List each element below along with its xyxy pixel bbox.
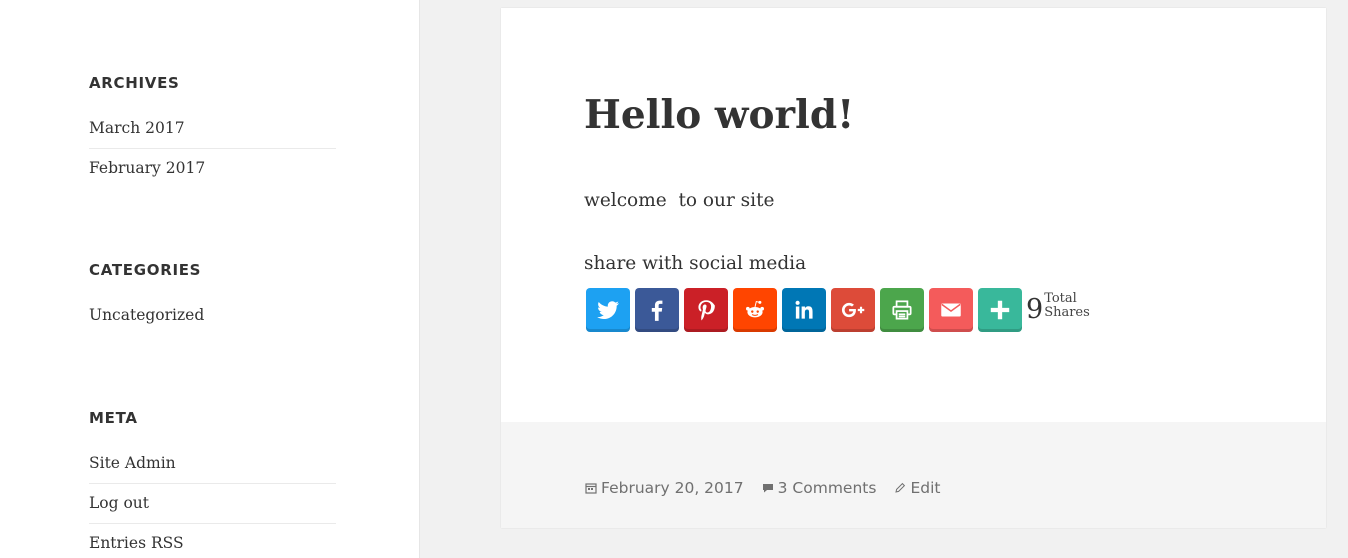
category-item-uncategorized[interactable]: Uncategorized — [89, 295, 336, 335]
categories-title: CATEGORIES — [89, 261, 202, 279]
total-label-line2: Shares — [1044, 305, 1090, 320]
more-share-button[interactable] — [978, 288, 1022, 332]
facebook-icon — [651, 300, 663, 321]
comments-link[interactable]: 3 Comments — [778, 479, 877, 497]
total-shares-label: Total Shares — [1044, 292, 1090, 320]
meta-title: META — [89, 409, 138, 427]
more-icon — [990, 300, 1010, 320]
meta-item-log-out[interactable]: Log out — [89, 483, 336, 523]
meta-widget: META Site Admin Log out Entries RSS — [89, 408, 336, 558]
pinterest-icon — [698, 300, 715, 321]
post-article: Hello world! welcome to our site share w… — [501, 8, 1326, 528]
archive-item-march-2017[interactable]: March 2017 — [89, 108, 336, 148]
archives-title: ARCHIVES — [89, 74, 180, 92]
linkedin-icon — [795, 300, 813, 319]
linkedin-share-button[interactable] — [782, 288, 826, 332]
total-shares-count: 9 — [1026, 294, 1044, 325]
sidebar: ARCHIVES March 2017 February 2017 CATEGO… — [0, 0, 420, 558]
pinterest-share-button[interactable] — [684, 288, 728, 332]
post-comments: 3 Comments — [762, 479, 877, 497]
post-date-link[interactable]: February 20, 2017 — [601, 479, 744, 497]
post-date: February 20, 2017 — [585, 479, 744, 497]
google-plus-share-button[interactable] — [831, 288, 875, 332]
reddit-share-button[interactable] — [733, 288, 777, 332]
reddit-icon — [746, 300, 764, 318]
edit-link[interactable]: Edit — [910, 479, 940, 497]
meta-item-site-admin[interactable]: Site Admin — [89, 443, 336, 483]
google-plus-icon — [841, 302, 865, 318]
post-edit: Edit — [894, 479, 940, 497]
meta-item-entries-rss[interactable]: Entries RSS — [89, 523, 336, 558]
facebook-share-button[interactable] — [635, 288, 679, 332]
pencil-icon — [895, 482, 906, 493]
print-share-button[interactable] — [880, 288, 924, 332]
post-meta: February 20, 2017 3 Comments Edit — [585, 479, 958, 497]
post-title[interactable]: Hello world! — [584, 90, 854, 140]
post-footer: February 20, 2017 3 Comments Edit — [501, 422, 1326, 528]
total-label-line1: Total — [1044, 291, 1077, 306]
post-paragraph-welcome: welcome to our site — [584, 190, 775, 211]
comment-icon — [762, 484, 773, 493]
categories-widget: CATEGORIES Uncategorized — [89, 260, 336, 335]
page: ARCHIVES March 2017 February 2017 CATEGO… — [0, 0, 1348, 558]
email-icon — [941, 303, 961, 317]
email-share-button[interactable] — [929, 288, 973, 332]
twitter-icon — [597, 301, 619, 319]
print-icon — [892, 300, 912, 320]
calendar-icon — [585, 483, 597, 494]
social-share-bar: 9 Total Shares — [586, 287, 1090, 333]
archives-widget: ARCHIVES March 2017 February 2017 — [89, 73, 336, 188]
archive-item-february-2017[interactable]: February 2017 — [89, 148, 336, 188]
twitter-share-button[interactable] — [586, 288, 630, 332]
post-paragraph-share: share with social media — [584, 253, 807, 274]
total-shares: 9 Total Shares — [1026, 292, 1090, 325]
